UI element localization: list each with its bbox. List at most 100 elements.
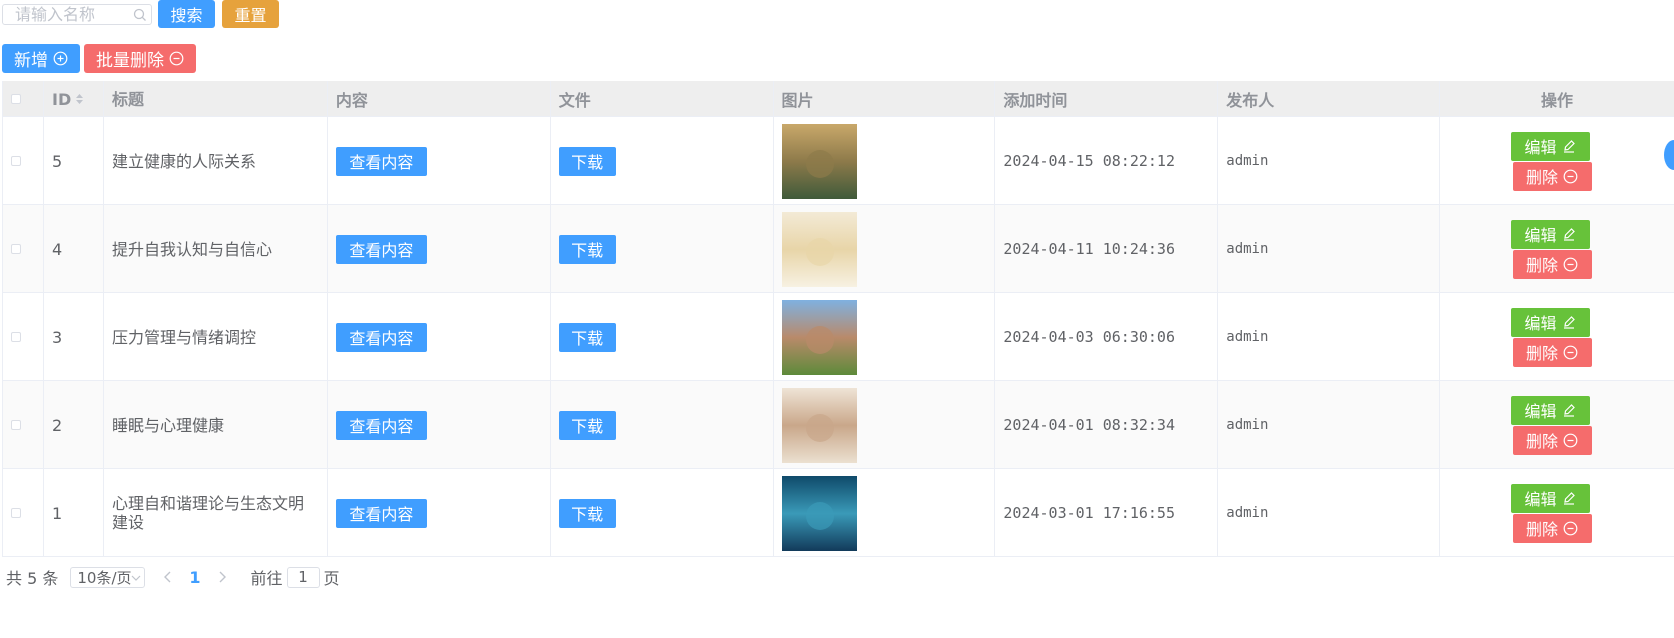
row-id: 5 (44, 117, 104, 205)
row-thumbnail[interactable] (781, 299, 857, 375)
download-button[interactable]: 下载 (558, 146, 616, 176)
row-file-cell: 下载 (551, 205, 774, 293)
row-publisher: admin (1218, 117, 1441, 205)
search-button[interactable]: 搜索 (158, 0, 215, 28)
row-image-cell (774, 381, 996, 469)
row-time: 2024-04-03 06:30:06 (995, 293, 1219, 381)
row-thumbnail[interactable] (781, 475, 857, 551)
edit-button-label: 编辑 (1524, 226, 1557, 245)
row-select-cell (3, 205, 44, 293)
row-publisher: admin (1218, 469, 1441, 557)
delete-button-label: 删除 (1526, 256, 1559, 275)
action-bar: 新增 批量删除 (2, 44, 196, 73)
edit-button[interactable]: 编辑 (1510, 395, 1590, 425)
edit-button-label: 编辑 (1524, 314, 1557, 333)
row-content-cell: 查看内容 (328, 117, 551, 205)
pencil-icon (1563, 492, 1575, 505)
row-select-cell (3, 381, 44, 469)
edit-button-label: 编辑 (1524, 402, 1557, 421)
row-publisher: admin (1218, 205, 1441, 293)
total-count: 共 5 条 (6, 569, 59, 588)
row-checkbox[interactable] (11, 244, 21, 254)
row-content-cell: 查看内容 (328, 293, 551, 381)
page-size-select[interactable]: 10条/页 (70, 566, 146, 588)
row-select-cell (3, 293, 44, 381)
edit-button[interactable]: 编辑 (1510, 307, 1590, 337)
delete-button[interactable]: 删除 (1512, 513, 1592, 543)
row-checkbox[interactable] (11, 420, 21, 430)
batch-delete-button[interactable]: 批量删除 (84, 44, 196, 73)
row-checkbox[interactable] (11, 508, 21, 518)
row-content-cell: 查看内容 (328, 469, 551, 557)
row-file-cell: 下载 (551, 381, 774, 469)
row-thumbnail[interactable] (781, 123, 857, 199)
download-button[interactable]: 下载 (558, 410, 616, 440)
row-content-cell: 查看内容 (328, 381, 551, 469)
delete-button[interactable]: 删除 (1512, 249, 1592, 279)
search-icon[interactable] (133, 8, 147, 22)
row-thumbnail[interactable] (781, 211, 857, 287)
view-content-button[interactable]: 查看内容 (335, 410, 427, 440)
header-content: 内容 (328, 81, 551, 117)
row-operation-cell: 编辑 删除 (1440, 205, 1674, 293)
header-operation: 操作 (1541, 91, 1574, 110)
reset-button[interactable]: 重置 (222, 0, 279, 28)
row-id: 3 (44, 293, 104, 381)
delete-button-label: 删除 (1526, 432, 1559, 451)
delete-button-label: 删除 (1526, 520, 1559, 539)
edit-button[interactable]: 编辑 (1510, 483, 1590, 513)
goto-label: 前往 (250, 569, 283, 588)
table-row: 3 压力管理与情绪调控 查看内容 下载 2024-04-03 06:30:06 … (3, 293, 1674, 381)
view-content-button[interactable]: 查看内容 (335, 498, 427, 528)
data-table: ID 标题 内容 文件 图片 添加时间 发布人 操作 5 建立健康的人际关系 查… (2, 81, 1674, 557)
row-image-cell (774, 205, 996, 293)
row-operation-cell: 编辑 删除 (1440, 117, 1674, 205)
delete-button[interactable]: 删除 (1512, 161, 1592, 191)
row-thumbnail[interactable] (781, 387, 857, 463)
page-size-value: 10条/页 (77, 568, 132, 587)
row-file-cell: 下载 (551, 469, 774, 557)
view-content-button[interactable]: 查看内容 (335, 146, 427, 176)
header-time: 添加时间 (995, 81, 1219, 117)
current-page[interactable]: 1 (189, 568, 200, 587)
chevron-right-icon[interactable] (217, 570, 227, 584)
view-content-button[interactable]: 查看内容 (335, 234, 427, 264)
download-button[interactable]: 下载 (558, 234, 616, 264)
row-checkbox[interactable] (11, 156, 21, 166)
row-id: 2 (44, 381, 104, 469)
view-content-button[interactable]: 查看内容 (335, 322, 427, 352)
minus-circle-icon (1563, 521, 1578, 535)
select-all-checkbox[interactable] (11, 94, 21, 104)
delete-button-label: 删除 (1526, 344, 1559, 363)
row-image-cell (774, 117, 996, 205)
goto-page-input[interactable] (286, 566, 320, 588)
row-title: 睡眠与心理健康 (104, 381, 328, 469)
add-button[interactable]: 新增 (2, 44, 80, 73)
row-id: 1 (44, 469, 104, 557)
delete-button[interactable]: 删除 (1512, 425, 1592, 455)
edit-button[interactable]: 编辑 (1510, 131, 1590, 161)
download-button[interactable]: 下载 (558, 322, 616, 352)
search-input[interactable] (3, 5, 129, 23)
row-select-cell (3, 117, 44, 205)
table-row: 4 提升自我认知与自信心 查看内容 下载 2024-04-11 10:24:36… (3, 205, 1674, 293)
row-operation-cell: 编辑 删除 (1440, 381, 1674, 469)
download-button[interactable]: 下载 (558, 498, 616, 528)
search-field[interactable] (2, 3, 152, 25)
minus-circle-icon (1563, 257, 1578, 271)
row-checkbox[interactable] (11, 332, 21, 342)
sort-icon[interactable] (76, 94, 84, 104)
pagination: 共 5 条 10条/页 1 前往 页 (6, 566, 340, 588)
pencil-icon (1563, 404, 1575, 417)
row-time: 2024-04-11 10:24:36 (995, 205, 1219, 293)
delete-button[interactable]: 删除 (1512, 337, 1592, 367)
minus-circle-icon (1563, 433, 1578, 447)
pencil-icon (1563, 228, 1575, 241)
row-operation-cell: 编辑 删除 (1440, 469, 1674, 557)
row-file-cell: 下载 (551, 293, 774, 381)
edit-button[interactable]: 编辑 (1510, 219, 1590, 249)
edit-button-label: 编辑 (1524, 490, 1557, 509)
header-id[interactable]: ID (44, 81, 104, 117)
chevron-left-icon[interactable] (163, 570, 173, 584)
header-title: 标题 (104, 81, 328, 117)
